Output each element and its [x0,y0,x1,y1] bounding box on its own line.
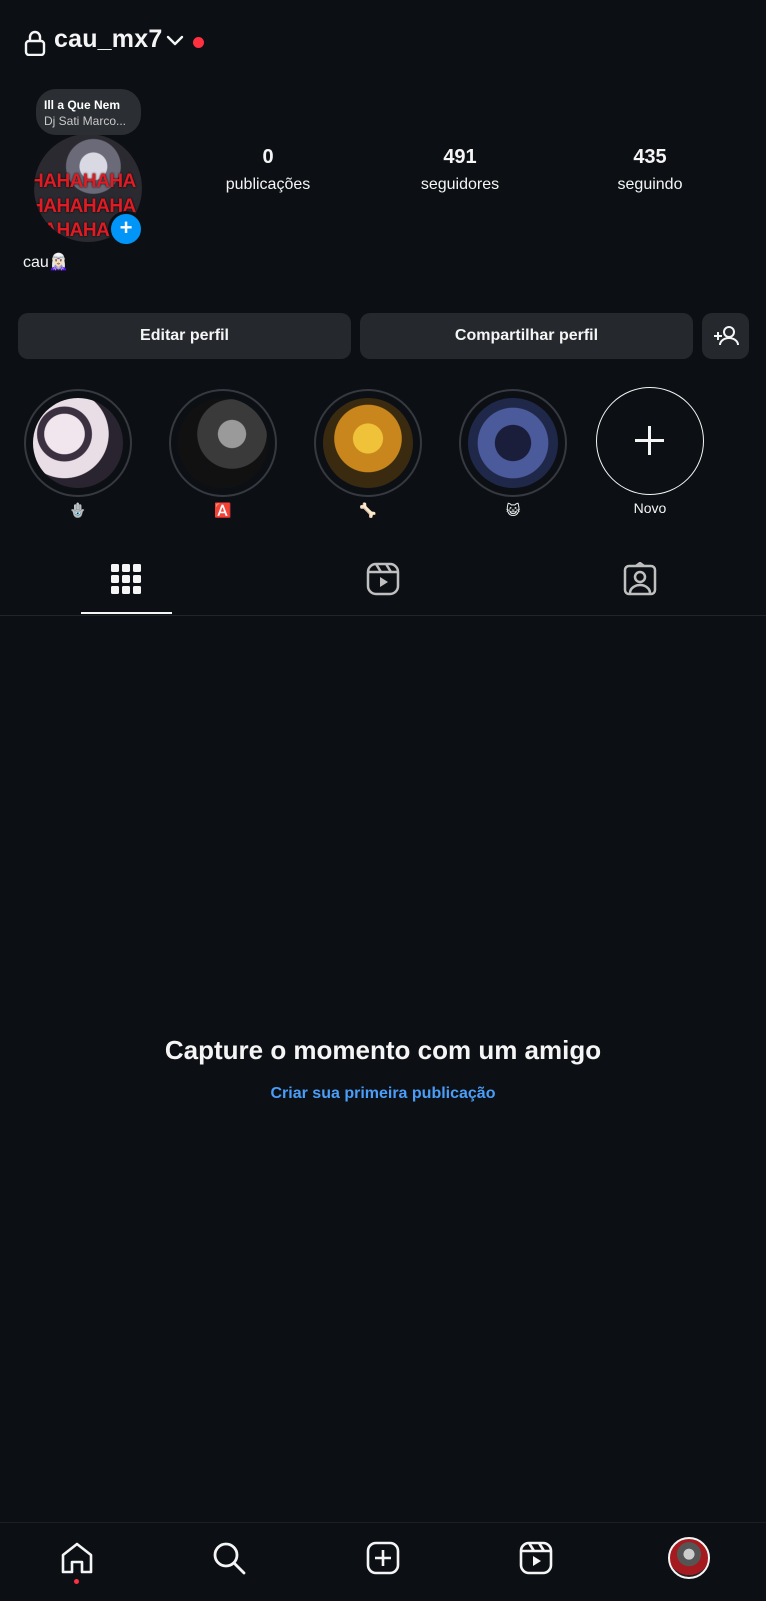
stat-followers[interactable]: 491 seguidores [385,145,535,197]
home-icon[interactable] [59,1540,95,1576]
edit-profile-button[interactable]: Editar perfil [18,313,351,359]
tab-active-indicator [81,612,172,614]
create-icon[interactable] [365,1540,401,1576]
reels-icon[interactable] [366,562,400,596]
chevron-down-icon[interactable] [166,34,184,48]
stat-label: seguindo [617,176,683,193]
music-artist: Dj Sati Marco... [44,114,127,128]
stat-value: 491 [443,146,477,168]
highlight-4[interactable] [459,389,567,497]
stat-label: seguidores [420,176,500,193]
highlight-label: Novo [633,500,667,516]
highlight-3[interactable] [314,389,422,497]
notification-dot [193,37,204,48]
new-highlight-button[interactable] [596,387,704,495]
stat-following[interactable]: 435 seguindo [575,145,725,197]
highlight-1[interactable] [24,389,132,497]
search-icon[interactable] [211,1540,247,1576]
reels-nav-icon[interactable] [518,1540,554,1576]
plus-icon [635,426,664,455]
grid-icon[interactable] [109,562,143,596]
highlight-label: 😺 [505,502,521,518]
notification-dot [74,1579,79,1584]
highlight-label: 🦴 [359,502,377,518]
add-story-button[interactable]: + [108,211,144,247]
display-name: cau🧝🏻‍♀️ [23,254,69,271]
profile-nav-avatar[interactable] [668,1537,710,1579]
stat-label: publicações [225,176,311,193]
discover-people-button[interactable] [702,313,749,359]
lock-icon [24,30,46,56]
create-first-post-link[interactable]: Criar sua primeira publicação [0,1085,766,1103]
highlight-label: 🅰️ [214,502,232,518]
tagged-icon[interactable] [623,562,657,596]
avatar-text: HAHAHAHA [34,171,136,192]
empty-state-title: Capture o momento com um amigo [164,1035,602,1065]
music-note-bubble[interactable] [36,89,141,135]
highlight-label: 🪬 [69,502,87,518]
account-username[interactable]: cau_mx7 [54,25,162,54]
share-profile-button[interactable]: Compartilhar perfil [360,313,693,359]
stat-posts[interactable]: 0 publicações [193,145,343,197]
music-title: Ill a Que Nem [44,98,121,112]
divider [0,615,766,616]
stat-value: 435 [633,146,667,168]
highlight-2[interactable] [169,389,277,497]
add-person-icon [714,326,739,346]
stat-value: 0 [262,146,274,168]
